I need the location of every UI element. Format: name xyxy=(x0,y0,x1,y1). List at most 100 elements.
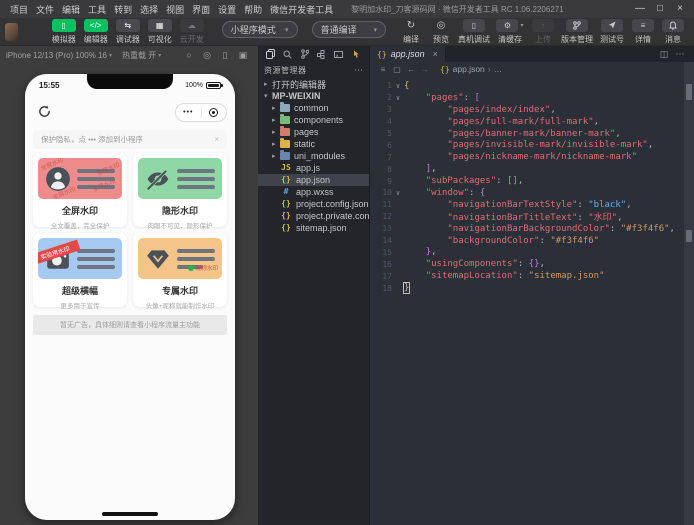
upload-button[interactable]: ↑ 上传 xyxy=(529,18,557,45)
minimize-button[interactable]: — xyxy=(630,0,650,18)
card-fullscreen-watermark[interactable]: 全屏水印 全屏水印 全屏水印 全屏水印 全屏水印 全文覆盖，完全保护 xyxy=(33,153,127,230)
menu-视图[interactable]: 视图 xyxy=(162,3,188,16)
card-invisible-watermark[interactable]: 隐形水印 肉眼不可见，隐形保护 xyxy=(133,153,227,230)
code-line-3[interactable]: 3 "pages/index/index", xyxy=(370,104,684,116)
tree-item-components[interactable]: ▸ components xyxy=(258,114,369,126)
code-line-6[interactable]: 6 "pages/invisible-mark/invisible-mark", xyxy=(370,139,684,151)
cloud-dev-button[interactable]: ☁ 云开发 xyxy=(177,18,207,45)
menu-设置[interactable]: 设置 xyxy=(214,3,240,16)
editor-button[interactable]: </> 编辑器 xyxy=(81,18,111,45)
code-line-15[interactable]: 15 }, xyxy=(370,246,684,258)
code-line-7[interactable]: 7 "pages/nickname-mark/nickname-mark" xyxy=(370,151,684,163)
close-button[interactable]: × xyxy=(670,0,690,18)
code-line-5[interactable]: 5 "pages/banner-mark/banner-mark", xyxy=(370,128,684,140)
git-branch-icon[interactable] xyxy=(296,49,313,60)
code-line-16[interactable]: 16 "usingComponents": {}, xyxy=(370,258,684,270)
tree-item-static[interactable]: ▸ static xyxy=(258,138,369,150)
tree-item-project.config.json[interactable]: {} project.config.json xyxy=(258,198,369,210)
code-line-1[interactable]: 1 ∨{ xyxy=(370,80,684,92)
code-line-17[interactable]: 17 "sitemapLocation": "sitemap.json" xyxy=(370,270,684,282)
breadcrumb-file[interactable]: app.json xyxy=(453,64,485,74)
test-account-button[interactable]: 测试号 xyxy=(597,18,627,45)
tree-item-project.private.config.js[interactable]: {}project.private.config.js… xyxy=(258,210,369,222)
tree-item-sitemap.json[interactable]: {} sitemap.json xyxy=(258,222,369,234)
windows-icon[interactable]: ▣ xyxy=(234,50,252,61)
code-line-11[interactable]: 11 "navigationBarTextStyle": "black", xyxy=(370,199,684,211)
real-device-debug-button[interactable]: ▯ 真机调试 xyxy=(457,18,491,45)
details-button[interactable]: ≡ 详情 xyxy=(629,18,657,45)
code-line-4[interactable]: 4 "pages/full-mark/full-mark", xyxy=(370,116,684,128)
code-editor[interactable]: 1 ∨{2 ∨ "pages": [3 "pages/index/index", 4 … xyxy=(370,80,684,525)
code-line-8[interactable]: 8 ], xyxy=(370,163,684,175)
back-icon[interactable]: ← xyxy=(404,65,418,74)
code-line-10[interactable]: 10 ∨ "window": { xyxy=(370,187,684,199)
compile-button[interactable]: ↻ 编译 xyxy=(397,19,425,45)
compile-mode-select[interactable]: 普通编译 ▾ xyxy=(311,21,386,38)
visualization-button[interactable]: ▦ 可视化 xyxy=(145,18,175,45)
menu-界面[interactable]: 界面 xyxy=(188,3,214,16)
tree-item-pages[interactable]: ▸ pages xyxy=(258,126,369,138)
scrollbar[interactable] xyxy=(684,62,694,525)
menu-编辑[interactable]: 编辑 xyxy=(58,3,84,16)
tree-item-app.wxss[interactable]: # app.wxss xyxy=(258,186,369,198)
preview-button[interactable]: ◎ 预览 xyxy=(427,19,455,45)
more-icon[interactable]: ⋯ xyxy=(354,65,363,76)
menu-icon[interactable]: ≡ xyxy=(376,65,390,74)
code-line-12[interactable]: 12 "navigationBarTitleText": "水印", xyxy=(370,211,684,223)
more-icon[interactable]: ⋯ xyxy=(672,49,688,60)
fold-icon[interactable]: ∨ xyxy=(392,82,404,90)
tree-item-app.js[interactable]: JS app.js xyxy=(258,162,369,174)
mode-select[interactable]: 小程序模式 ▾ xyxy=(221,21,298,38)
fold-icon[interactable]: ∨ xyxy=(392,189,404,197)
tab-app-json[interactable]: {} app.json × xyxy=(370,46,446,62)
maximize-button[interactable]: □ xyxy=(650,0,670,18)
menu-帮助[interactable]: 帮助 xyxy=(240,3,266,16)
menu-微信开发者工具[interactable]: 微信开发者工具 xyxy=(266,3,337,16)
debugger-button[interactable]: ⇆ 调试器 xyxy=(113,18,143,45)
user-avatar[interactable] xyxy=(5,22,18,41)
menu-转到[interactable]: 转到 xyxy=(110,3,136,16)
code-line-13[interactable]: 13 "navigationBarBackgroundColor": "#f3f… xyxy=(370,223,684,235)
card-exclusive-watermark[interactable]: 昵称水印 专属水印 头像+昵称就能制作水印 xyxy=(133,233,227,310)
clear-cache-button[interactable]: ⚙ ▾ 清缓存 xyxy=(493,18,527,45)
tree-item-common[interactable]: ▸ common xyxy=(258,102,369,114)
npm-icon[interactable] xyxy=(330,49,347,59)
code-line-18[interactable]: 18} xyxy=(370,282,684,295)
search-icon[interactable] xyxy=(279,49,296,59)
code-line-2[interactable]: 2 ∨ "pages": [ xyxy=(370,92,684,104)
hot-reload-toggle[interactable]: 热重载 开 xyxy=(122,50,156,61)
tree-item-uni_modules[interactable]: ▸ uni_modules xyxy=(258,150,369,162)
device-select[interactable]: iPhone 12/13 (Pro) 100% 16 xyxy=(6,51,107,60)
close-icon[interactable]: × xyxy=(433,49,438,59)
device-frame-icon[interactable]: ▯ xyxy=(216,50,234,61)
refresh-icon[interactable]: ○ xyxy=(180,50,198,61)
tree-item-app.json[interactable]: {} app.json xyxy=(258,174,369,186)
menu-文件[interactable]: 文件 xyxy=(32,3,58,16)
close-icon[interactable]: × xyxy=(214,135,219,144)
fold-icon[interactable]: ∨ xyxy=(392,94,404,102)
extensions-icon[interactable] xyxy=(313,49,330,60)
messages-button[interactable]: 消息 xyxy=(659,18,687,45)
menu-项目[interactable]: 项目 xyxy=(6,3,32,16)
close-target-icon[interactable] xyxy=(202,108,227,117)
phone-screen: 15:55 100% ••• 保护隐私，点 ••• 添加到小程序 × 全屏水印 … xyxy=(25,74,235,520)
bookmark-icon[interactable]: ▢ xyxy=(390,65,404,74)
breadcrumb-more[interactable]: … xyxy=(494,64,503,74)
card-super-banner[interactable]: 实验用水印 超级横幅 更多用于宣传 xyxy=(33,233,127,310)
pointer-icon[interactable] xyxy=(347,49,364,59)
reload-icon[interactable] xyxy=(37,104,52,124)
section-open-editors[interactable]: ▸ 打开的编辑器 xyxy=(258,78,369,90)
more-icon[interactable]: ••• xyxy=(176,109,201,116)
code-line-9[interactable]: 9 "subPackages": [], xyxy=(370,175,684,187)
forward-icon[interactable]: → xyxy=(418,65,432,74)
record-icon[interactable]: ◎ xyxy=(198,50,216,61)
files-icon[interactable] xyxy=(262,49,279,60)
simulator-button[interactable]: ▯ 模拟器 xyxy=(49,18,79,45)
version-control-button[interactable]: 版本管理 xyxy=(559,18,595,45)
split-editor-icon[interactable]: ◫ xyxy=(656,49,672,60)
section-project-root[interactable]: ▾ MP-WEIXIN xyxy=(258,90,369,102)
menu-选择[interactable]: 选择 xyxy=(136,3,162,16)
code-line-14[interactable]: 14 "backgroundColor": "#f3f4f6" xyxy=(370,235,684,247)
scrollbar-thumb[interactable] xyxy=(686,84,692,100)
menu-工具[interactable]: 工具 xyxy=(84,3,110,16)
